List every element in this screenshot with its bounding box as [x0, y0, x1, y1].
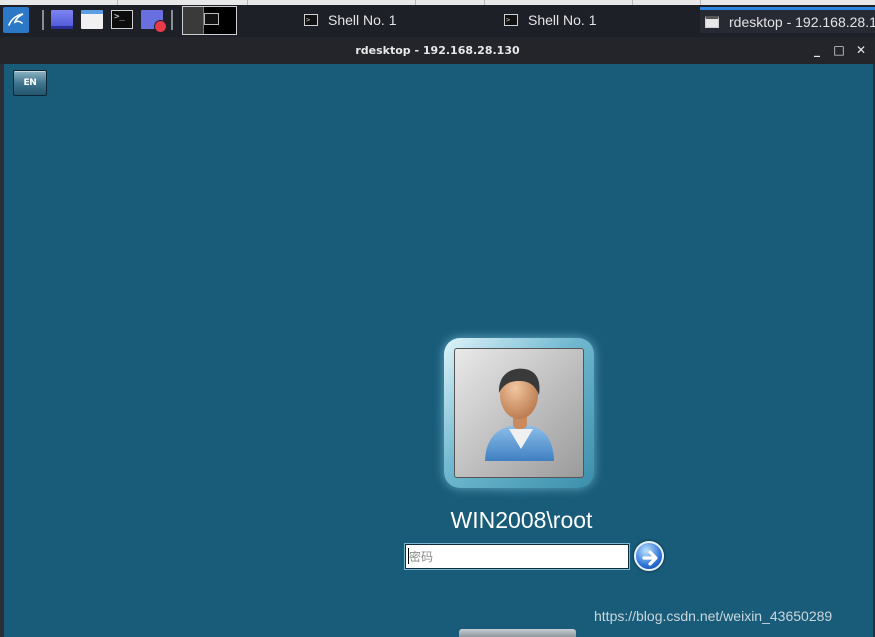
username-label: WIN2008\root	[450, 507, 593, 533]
window-icon	[705, 15, 719, 28]
watermark-text: https://blog.csdn.net/weixin_43650289	[594, 608, 833, 624]
workspace-switcher[interactable]	[182, 6, 237, 35]
panel-top-strip	[0, 0, 875, 5]
task-label: Shell No. 1	[528, 12, 597, 28]
user-avatar-icon	[485, 368, 554, 461]
password-input[interactable]	[405, 544, 629, 569]
maximize-button[interactable]: □	[832, 43, 846, 57]
show-desktop-icon[interactable]	[51, 10, 73, 29]
top-panel: >_ > Shell No. 1 > Shell No. 1 rdesktop …	[0, 0, 875, 37]
screen-recorder-icon[interactable]	[141, 10, 167, 33]
window-title: rdesktop - 192.168.28.130	[355, 44, 520, 57]
remote-desktop-screen[interactable]: EN WIN2008\root https://blog.csdn.net/we…	[4, 64, 873, 637]
terminal-icon: >	[504, 14, 518, 26]
minimize-button[interactable]: _	[810, 43, 824, 57]
task-label: Shell No. 1	[328, 12, 397, 28]
submit-login-button[interactable]	[634, 541, 664, 571]
close-button[interactable]: ✕	[854, 43, 868, 57]
task-shell-1[interactable]: > Shell No. 1	[304, 7, 484, 33]
terminal-icon: >	[304, 14, 318, 26]
panel-separator	[42, 10, 44, 30]
task-rdesktop[interactable]: rdesktop - 192.168.28.130	[700, 7, 875, 33]
bottom-edge-tab	[459, 629, 576, 637]
workspace-1[interactable]	[183, 7, 204, 34]
task-shell-2[interactable]: > Shell No. 1	[504, 7, 684, 33]
arrow-right-icon	[642, 550, 658, 566]
user-tile[interactable]	[444, 338, 594, 488]
text-caret	[408, 548, 409, 564]
panel-separator	[171, 10, 173, 30]
user-avatar	[454, 348, 584, 478]
task-label: rdesktop - 192.168.28.130	[729, 13, 875, 30]
window-titlebar[interactable]: rdesktop - 192.168.28.130 _ □ ✕	[0, 37, 875, 64]
terminal-launcher-icon[interactable]: >_	[111, 10, 133, 29]
workspace-window-thumb	[204, 13, 219, 25]
kali-dragon-icon	[8, 13, 24, 26]
kali-menu-button[interactable]	[3, 7, 29, 33]
language-indicator[interactable]: EN	[13, 70, 47, 96]
file-manager-icon[interactable]	[81, 10, 103, 29]
